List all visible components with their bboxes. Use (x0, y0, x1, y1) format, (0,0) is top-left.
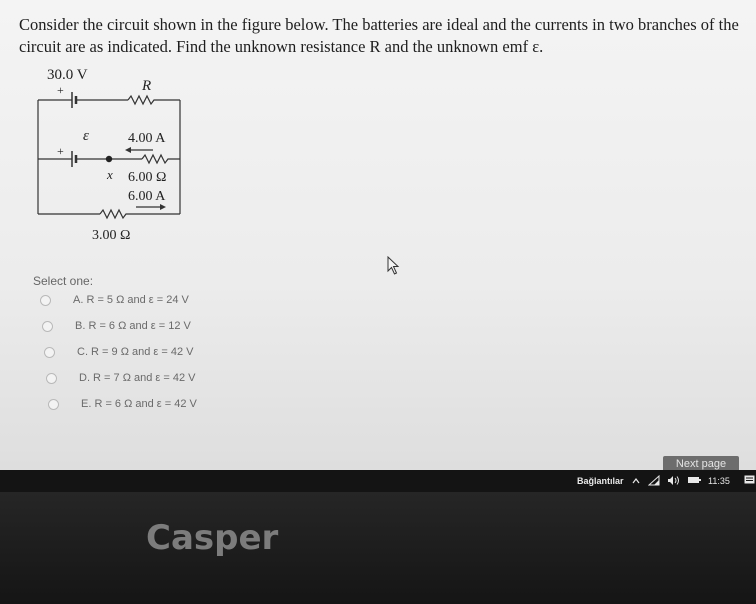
option-b[interactable]: B. R = 6 Ω and ε = 12 V (42, 320, 191, 332)
resistor-3ohm (99, 208, 180, 220)
emf-label: ε (83, 128, 89, 144)
battery-voltage-label: 30.0 V (47, 67, 88, 83)
circuit-diagram: 30.0 V + R ε 4.00 A + x 6.00 Ω 6.00 A 3.… (37, 67, 181, 243)
wifi-icon[interactable] (648, 475, 660, 486)
radio-option-c[interactable] (44, 346, 55, 358)
mouse-cursor-icon (387, 256, 400, 275)
resistor-r (127, 94, 180, 106)
laptop-bezel (0, 492, 756, 604)
option-c-label: C. R = 9 Ω and ε = 42 V (77, 346, 194, 358)
battery-icon[interactable] (687, 476, 701, 484)
option-e-label: E. R = 6 Ω and ε = 42 V (81, 398, 197, 410)
brand-logo: Casper (146, 518, 279, 558)
question-text: Consider the circuit shown in the figure… (19, 15, 739, 56)
radio-option-d[interactable] (46, 372, 57, 384)
notification-icon[interactable] (744, 475, 755, 486)
battery-plus-sign-middle: + (57, 144, 64, 158)
resistor-6ohm (141, 153, 180, 165)
taskbar: Bağlantılar 11:35 (0, 470, 756, 492)
chevron-up-icon[interactable] (632, 477, 640, 485)
junction-point-x (105, 155, 113, 163)
option-d-label: D. R = 7 Ω and ε = 42 V (79, 372, 196, 384)
select-one-label: Select one: (33, 274, 94, 288)
resistor-r-label: R (141, 78, 151, 94)
option-e[interactable]: E. R = 6 Ω and ε = 42 V (48, 398, 197, 410)
volume-icon[interactable] (667, 475, 680, 486)
point-x-label: x (106, 167, 113, 182)
radio-option-e[interactable] (48, 398, 59, 410)
battery-plus-sign-top: + (57, 83, 64, 97)
radio-option-b[interactable] (42, 320, 53, 332)
option-c[interactable]: C. R = 9 Ω and ε = 42 V (44, 346, 193, 358)
clock-time[interactable]: 11:35 (708, 476, 730, 486)
option-b-label: B. R = 6 Ω and ε = 12 V (75, 320, 191, 332)
resistance-middle-label: 6.00 Ω (128, 170, 166, 185)
browser-screen: Consider the circuit shown in the figure… (0, 0, 756, 472)
resistance-bottom-label: 3.00 Ω (92, 228, 130, 243)
network-label[interactable]: Bağlantılar (577, 476, 624, 486)
option-d[interactable]: D. R = 7 Ω and ε = 42 V (46, 372, 195, 384)
option-a[interactable]: A. R = 5 Ω and ε = 24 V (40, 294, 189, 306)
current-lower-label: 6.00 A (128, 189, 166, 204)
radio-option-a[interactable] (40, 294, 51, 306)
option-a-label: A. R = 5 Ω and ε = 24 V (73, 294, 189, 306)
current-upper-label: 4.00 A (128, 131, 166, 146)
